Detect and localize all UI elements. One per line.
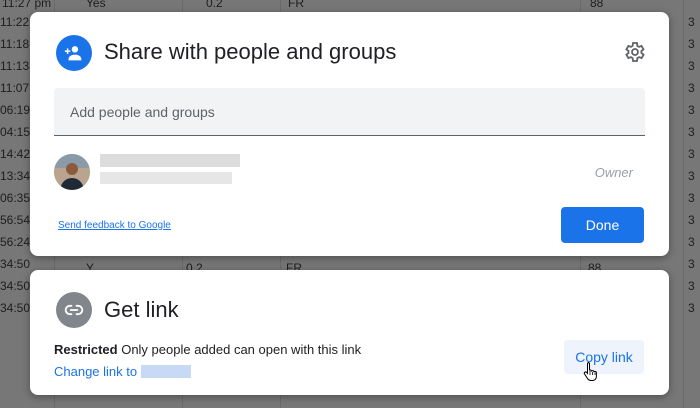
sheet-time: 06:19 — [0, 103, 31, 117]
done-button[interactable]: Done — [561, 207, 644, 243]
share-dialog: Share with people and groups Owner Send … — [30, 12, 669, 256]
sheet-cell: 3 — [688, 37, 695, 51]
share-dialog-title: Share with people and groups — [104, 39, 397, 64]
redacted-name — [100, 154, 240, 167]
copy-link-button[interactable]: Copy link — [564, 340, 644, 374]
sheet-cell: 3 — [688, 257, 695, 271]
sheet-time: 13:34 — [0, 169, 31, 183]
owner-role-label: Owner — [594, 165, 633, 180]
sheet-time: 04:15 — [0, 125, 31, 139]
add-people-input[interactable] — [54, 88, 645, 135]
owner-row: Owner — [54, 154, 645, 190]
gear-icon[interactable] — [622, 40, 646, 64]
get-link-dialog: Get link Restricted Only people added ca… — [30, 270, 669, 395]
redacted-email — [100, 172, 232, 184]
sheet-cell: 88 — [590, 0, 604, 10]
sheet-time: 34:50 — [0, 301, 31, 315]
sheet-cell: 3 — [688, 59, 695, 73]
sheet-time: 34:50 — [0, 279, 31, 293]
get-link-title: Get link — [104, 297, 179, 322]
sheet-time: 06:35 — [0, 191, 31, 205]
sheet-cell: 3 — [688, 15, 695, 29]
sheet-cell: Yes — [86, 0, 106, 10]
redacted-domain — [141, 365, 192, 378]
sheet-cell: 3 — [688, 279, 695, 293]
sheet-cell: 3 — [688, 81, 695, 95]
person-add-icon — [56, 35, 92, 71]
hand-pointer-icon — [582, 361, 600, 381]
restricted-label[interactable]: Restricted — [54, 342, 118, 357]
sheet-cell: 3 — [688, 103, 695, 117]
sheet-time: 34:50 — [0, 257, 31, 271]
sheet-cell: FR — [288, 0, 304, 10]
change-link-button[interactable]: Change link to — [54, 364, 192, 379]
link-access-description: Restricted Only people added can open wi… — [54, 342, 361, 357]
sheet-cell: 3 — [688, 235, 695, 249]
change-link-label: Change link to — [54, 364, 138, 379]
send-feedback-link[interactable]: Send feedback to Google — [58, 220, 171, 231]
sheet-cell: 3 — [688, 301, 695, 315]
sheet-time: 56:54 — [0, 213, 31, 227]
sheet-time: 11:22 — [0, 15, 30, 29]
sheet-time: 11:18 — [0, 37, 30, 51]
sheet-cell: 3 — [688, 169, 695, 183]
sheet-time: 14:42 — [0, 147, 31, 161]
sheet-cell: 3 — [688, 213, 695, 227]
sheet-time: 11:27 pm — [2, 0, 52, 10]
restricted-desc: Only people added can open with this lin… — [121, 342, 362, 357]
sheet-cell: 3 — [688, 147, 695, 161]
avatar — [54, 154, 90, 190]
sheet-cell: 0.2 — [206, 0, 223, 10]
sheet-time: 11:07 — [0, 81, 30, 95]
sheet-cell: 3 — [688, 191, 695, 205]
sheet-cell: 3 — [688, 125, 695, 139]
sheet-time: 11:13 — [0, 59, 30, 73]
link-icon — [56, 292, 92, 328]
add-people-field-container — [54, 88, 645, 136]
sheet-time: 56:24 — [0, 235, 31, 249]
